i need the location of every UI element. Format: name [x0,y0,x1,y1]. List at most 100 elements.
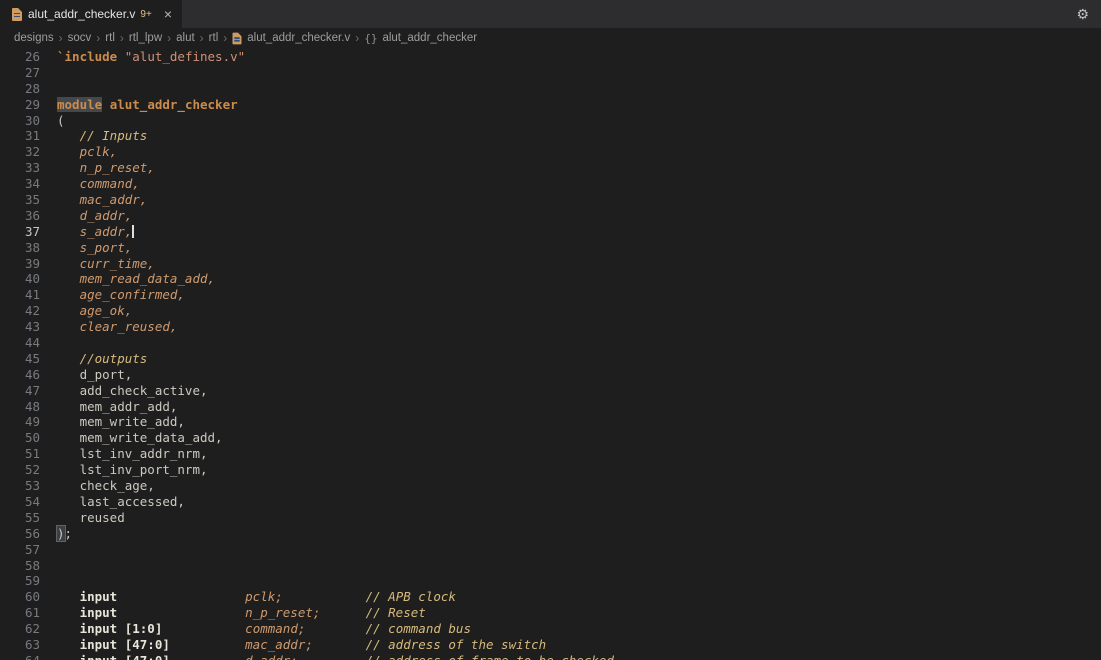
code-line[interactable]: 35 mac_addr, [0,192,1101,208]
line-number[interactable]: 32 [0,144,40,160]
code-line[interactable]: 54 last_accessed, [0,494,1101,510]
line-number[interactable]: 36 [0,208,40,224]
code-line[interactable]: 41 age_confirmed, [0,287,1101,303]
line-number[interactable]: 44 [0,335,40,351]
line-number[interactable]: 50 [0,430,40,446]
code-line[interactable]: 63 input [47:0] mac_addr; // address of … [0,637,1101,653]
line-number[interactable]: 31 [0,128,40,144]
code-line[interactable]: 64 input [47:0] d_addr; // address of fr… [0,653,1101,660]
line-number[interactable]: 46 [0,367,40,383]
breadcrumb-item[interactable]: alut [176,32,195,44]
code-line[interactable]: 43 clear_reused, [0,319,1101,335]
line-number[interactable]: 47 [0,383,40,399]
code-line[interactable]: 37 s_addr, [0,224,1101,240]
line-number[interactable]: 59 [0,573,40,589]
tab-alut-addr-checker[interactable]: alut_addr_checker.v 9+ × [0,0,182,28]
code-line[interactable]: 50 mem_write_data_add, [0,430,1101,446]
code-line[interactable]: 62 input [1:0] command; // command bus [0,621,1101,637]
line-number[interactable]: 37 [0,224,40,240]
code-line[interactable]: 44 [0,335,1101,351]
line-number[interactable]: 39 [0,256,40,272]
line-text: s_addr, [40,224,134,240]
line-number[interactable]: 57 [0,542,40,558]
code-line[interactable]: 61 input n_p_reset; // Reset [0,605,1101,621]
code-line[interactable]: 60 input pclk; // APB clock [0,589,1101,605]
code-line[interactable]: 53 check_age, [0,478,1101,494]
code-line[interactable]: 28 [0,81,1101,97]
line-number[interactable]: 55 [0,510,40,526]
line-number[interactable]: 27 [0,65,40,81]
line-number[interactable]: 26 [0,49,40,65]
line-number[interactable]: 52 [0,462,40,478]
line-number[interactable]: 41 [0,287,40,303]
line-number[interactable]: 38 [0,240,40,256]
line-number[interactable]: 49 [0,414,40,430]
close-icon[interactable]: × [164,7,172,21]
code-token [57,271,80,286]
code-line[interactable]: 40 mem_read_data_add, [0,271,1101,287]
line-text: input [47:0] d_addr; // address of frame… [40,653,614,660]
code-line[interactable]: 36 d_addr, [0,208,1101,224]
breadcrumb-item[interactable]: rtl [209,32,219,44]
code-line[interactable]: 52 lst_inv_port_nrm, [0,462,1101,478]
code-line[interactable]: 39 curr_time, [0,256,1101,272]
code-token: // APB clock [366,589,456,604]
code-line[interactable]: 47 add_check_active, [0,383,1101,399]
line-number[interactable]: 48 [0,399,40,415]
code-token: // Inputs [80,128,148,143]
line-number[interactable]: 60 [0,589,40,605]
line-text: age_confirmed, [40,287,185,303]
line-number[interactable]: 56 [0,526,40,542]
line-number[interactable]: 62 [0,621,40,637]
code-token: n_p_reset; [245,605,320,620]
code-line[interactable]: 48 mem_addr_add, [0,399,1101,415]
code-line[interactable]: 51 lst_inv_addr_nrm, [0,446,1101,462]
breadcrumb-symbol[interactable]: alut_addr_checker [382,32,477,44]
breadcrumb-file[interactable]: alut_addr_checker.v [247,32,350,44]
code-line[interactable]: 56); [0,526,1101,542]
line-number[interactable]: 53 [0,478,40,494]
code-line[interactable]: 46 d_port, [0,367,1101,383]
breadcrumb-item[interactable]: designs [14,32,54,44]
line-number[interactable]: 35 [0,192,40,208]
line-number[interactable]: 45 [0,351,40,367]
code-line[interactable]: 55 reused [0,510,1101,526]
code-line[interactable]: 57 [0,542,1101,558]
breadcrumb-item[interactable]: rtl [105,32,115,44]
code-line[interactable]: 33 n_p_reset, [0,160,1101,176]
line-number[interactable]: 64 [0,653,40,660]
code-line[interactable]: 27 [0,65,1101,81]
code-line[interactable]: 30( [0,113,1101,129]
code-line[interactable]: 38 s_port, [0,240,1101,256]
breadcrumb-item[interactable]: socv [68,32,92,44]
code-line[interactable]: 29module alut_addr_checker [0,97,1101,113]
line-number[interactable]: 54 [0,494,40,510]
line-number[interactable]: 61 [0,605,40,621]
code-line[interactable]: 45 //outputs [0,351,1101,367]
code-line[interactable]: 58 [0,558,1101,574]
code-line[interactable]: 49 mem_write_add, [0,414,1101,430]
editor[interactable]: 26`include "alut_defines.v"272829module … [0,48,1101,660]
line-number[interactable]: 58 [0,558,40,574]
code-line[interactable]: 42 age_ok, [0,303,1101,319]
code-line[interactable]: 59 [0,573,1101,589]
breadcrumb-item[interactable]: rtl_lpw [129,32,162,44]
code-line[interactable]: 34 command, [0,176,1101,192]
line-number[interactable]: 28 [0,81,40,97]
gear-icon[interactable]: ⚙ [1076,0,1089,28]
code-line[interactable]: 31 // Inputs [0,128,1101,144]
line-number[interactable]: 42 [0,303,40,319]
line-number[interactable]: 34 [0,176,40,192]
line-number[interactable]: 30 [0,113,40,129]
symbol-braces-icon: {} [364,32,377,45]
line-number[interactable]: 43 [0,319,40,335]
line-number[interactable]: 51 [0,446,40,462]
line-number[interactable]: 29 [0,97,40,113]
line-text: `include "alut_defines.v" [40,49,245,65]
code-line[interactable]: 32 pclk, [0,144,1101,160]
code-token: alut_addr_checker [110,97,238,112]
line-number[interactable]: 33 [0,160,40,176]
code-line[interactable]: 26`include "alut_defines.v" [0,49,1101,65]
line-number[interactable]: 63 [0,637,40,653]
line-number[interactable]: 40 [0,271,40,287]
